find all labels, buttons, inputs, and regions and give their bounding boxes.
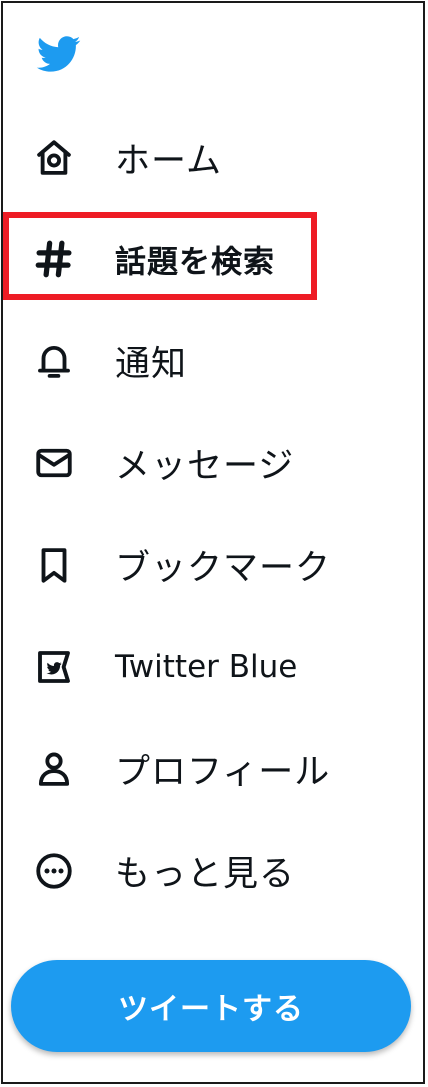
sidebar-item-label: もっと見る [115,854,296,895]
twitter-blue-icon [33,646,75,688]
sidebar-item-bookmarks[interactable]: ブックマーク [3,529,427,601]
sidebar-item-more[interactable]: もっと見る [3,835,427,907]
hashtag-icon [33,238,75,280]
twitter-bird-icon[interactable] [31,31,85,77]
sidebar-item-twitter-blue[interactable]: Twitter Blue [3,631,427,703]
more-circle-icon [33,850,75,892]
sidebar-item-explore[interactable]: 話題を検索 [3,223,427,295]
bookmark-icon [33,544,75,586]
sidebar-item-label: メッセージ [115,446,295,487]
bell-icon [33,340,75,382]
sidebar-item-messages[interactable]: メッセージ [3,427,427,499]
sidebar-panel: ホーム 話題を検索 通知 メッセージ ブックマーク Twitter Blue プ… [1,1,425,1084]
sidebar-item-label: 話題を検索 [115,244,275,281]
sidebar-item-profile[interactable]: プロフィール [3,733,427,805]
home-icon [33,137,75,179]
envelope-icon [33,442,75,484]
sidebar-item-label: ホーム [115,141,222,182]
sidebar-item-notifications[interactable]: 通知 [3,325,427,397]
sidebar-item-label: Twitter Blue [115,649,298,685]
sidebar-item-label: プロフィール [115,752,331,793]
sidebar-item-home[interactable]: ホーム [3,122,427,194]
sidebar-item-label: 通知 [115,344,188,385]
sidebar-item-label: ブックマーク [115,548,332,589]
tweet-button[interactable]: ツイートする [11,960,411,1052]
person-icon [33,748,75,790]
